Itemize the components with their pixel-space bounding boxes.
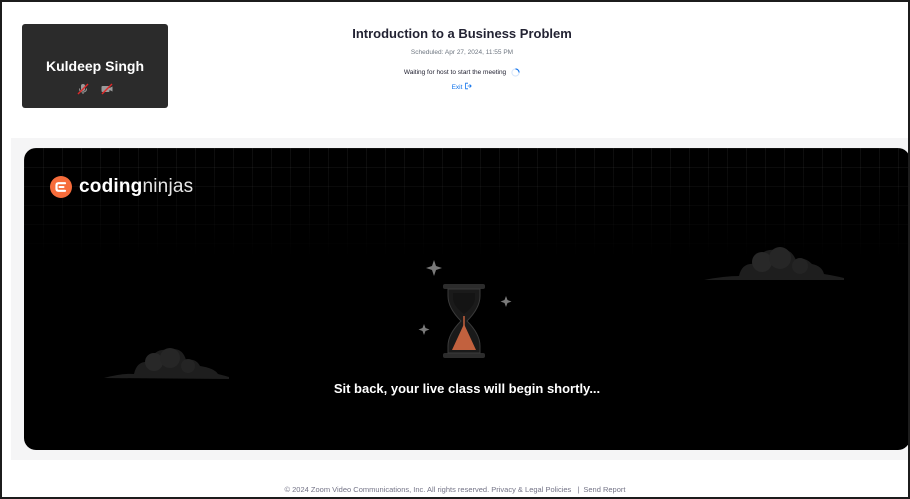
sparkle-icon [426,260,442,276]
codingninjas-logo-icon [50,176,72,198]
banner-tagline: Sit back, your live class will begin sho… [333,381,601,396]
meeting-header: Introduction to a Business Problem Sched… [182,26,742,92]
scheduled-time: Scheduled: Apr 27, 2024, 11:55 PM [410,49,514,56]
footer-separator: | [577,485,580,494]
loading-spinner-icon [511,68,520,77]
logo-wordmark: codingninjas [79,176,194,197]
sparkle-icon [418,324,430,335]
waiting-status: Waiting for host to start the meeting [182,68,742,77]
meeting-window: Kuldeep Singh Introduction to a Business… [0,0,910,499]
waiting-banner: codingninjas Sit back, your live class w… [24,148,908,450]
meeting-title: Introduction to a Business Problem [352,26,572,41]
tile-status-icons [22,82,168,96]
self-video-tile: Kuldeep Singh [22,24,168,108]
participant-name: Kuldeep Singh [46,58,144,74]
hourglass-icon [418,260,512,358]
send-report-link[interactable]: Send Report [583,485,625,494]
cloud-right-icon [704,247,844,280]
footer: © 2024 Zoom Video Communications, Inc. A… [2,485,908,494]
exit-label: Exit [451,83,463,91]
cloud-left-icon [104,348,229,379]
mic-muted-icon [76,82,90,96]
codingninjas-logo: codingninjas [50,176,193,198]
copyright-text: © 2024 Zoom Video Communications, Inc. A… [284,485,490,494]
waiting-text: Waiting for host to start the meeting [403,69,507,76]
sparkle-icon [500,296,512,307]
exit-icon [464,82,473,92]
privacy-policies-link[interactable]: Privacy & Legal Policies [491,485,571,494]
exit-button[interactable]: Exit [182,82,742,92]
video-off-icon [100,82,114,96]
